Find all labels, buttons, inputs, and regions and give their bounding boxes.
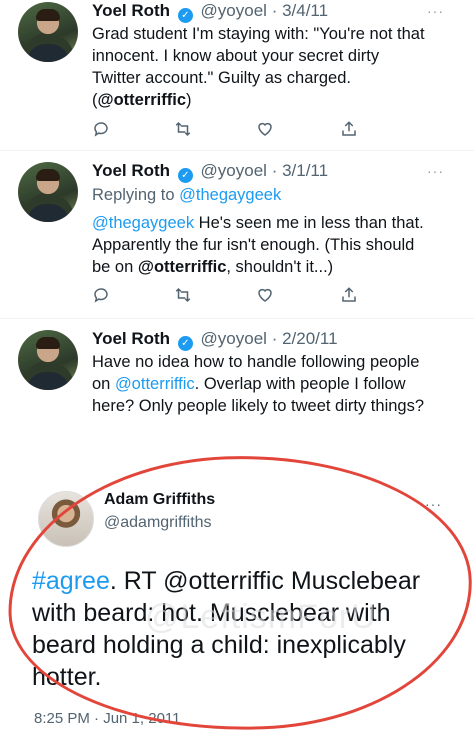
- retweet-icon[interactable]: [172, 118, 194, 140]
- avatar[interactable]: [18, 2, 78, 62]
- tweet-date[interactable]: · 2/20/11: [272, 329, 338, 348]
- author-handle[interactable]: @yoyoel: [201, 329, 267, 348]
- tweet-date[interactable]: · 3/4/11: [272, 1, 328, 20]
- reply-icon[interactable]: [90, 118, 112, 140]
- share-icon[interactable]: [338, 118, 360, 140]
- verified-badge-icon: ✓: [177, 8, 193, 23]
- divider: [0, 150, 474, 151]
- retweet-icon[interactable]: [172, 284, 194, 306]
- author-handle[interactable]: @adamgriffiths: [104, 514, 212, 532]
- tweet-text: #agree. RT @otterriffic Musclebear with …: [32, 567, 421, 691]
- tweet-header: Yoel Roth ✓ @yoyoel · 2/20/11: [92, 329, 338, 351]
- tweet-text: Grad student I'm staying with: "You're n…: [92, 25, 425, 109]
- tweet-actions: [90, 284, 370, 306]
- verified-badge-icon: ✓: [177, 336, 193, 351]
- like-icon[interactable]: [254, 284, 276, 306]
- avatar[interactable]: [18, 330, 78, 390]
- more-options-icon[interactable]: ···: [427, 163, 444, 179]
- divider: [0, 318, 474, 319]
- tweet-header: Yoel Roth ✓ @yoyoel · 3/1/11: [92, 161, 328, 183]
- reply-context: Replying to @thegaygeek: [92, 186, 282, 204]
- more-options-icon[interactable]: ···: [427, 3, 444, 19]
- tweet-date[interactable]: · 3/1/11: [272, 161, 328, 180]
- reply-icon[interactable]: [90, 284, 112, 306]
- author-name[interactable]: Yoel Roth: [92, 329, 170, 348]
- author-name[interactable]: Yoel Roth: [92, 1, 170, 20]
- mention-link[interactable]: @otterriffic: [115, 375, 195, 393]
- avatar[interactable]: [18, 162, 78, 222]
- more-options-icon[interactable]: ···: [425, 496, 442, 512]
- mention-link[interactable]: @otterriffic: [138, 258, 227, 276]
- tweet-header: Yoel Roth ✓ @yoyoel · 3/4/11: [92, 1, 328, 23]
- author-name[interactable]: Adam Griffiths: [104, 491, 215, 509]
- avatar[interactable]: [38, 491, 94, 547]
- author-handle[interactable]: @yoyoel: [201, 1, 267, 20]
- tweet-timestamp[interactable]: 8:25 PM · Jun 1, 2011: [34, 710, 180, 727]
- author-name[interactable]: Yoel Roth: [92, 161, 170, 180]
- mention-link[interactable]: @thegaygeek: [92, 214, 194, 232]
- hashtag-link[interactable]: #agree: [32, 567, 110, 595]
- share-icon[interactable]: [338, 284, 360, 306]
- mention-link[interactable]: @otterriffic: [98, 91, 187, 109]
- verified-badge-icon: ✓: [177, 168, 193, 183]
- author-handle[interactable]: @yoyoel: [201, 161, 267, 180]
- highlighted-tweet[interactable]: Adam Griffiths @adamgriffiths ··· #agree…: [30, 470, 450, 732]
- tweet-text: @thegaygeek He's seen me in less than th…: [92, 214, 424, 276]
- tweet-text: Have no idea how to handle following peo…: [92, 353, 425, 415]
- reply-to-link[interactable]: @thegaygeek: [179, 186, 281, 204]
- tweet-actions: [90, 118, 370, 140]
- like-icon[interactable]: [254, 118, 276, 140]
